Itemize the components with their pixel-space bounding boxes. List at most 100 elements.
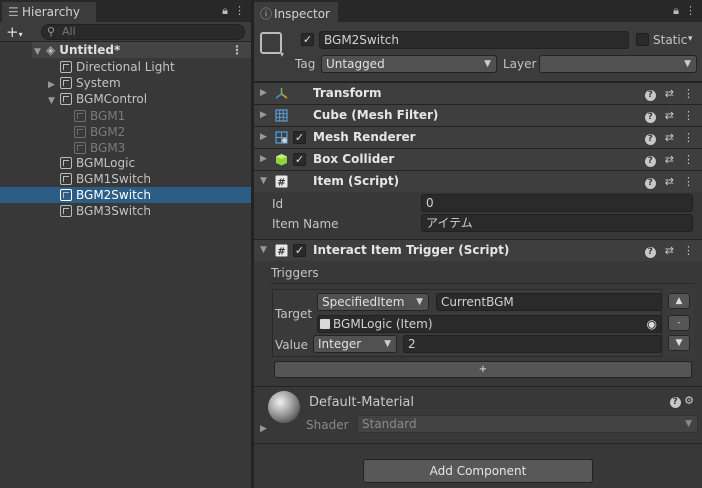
help-icon[interactable]: ? bbox=[644, 247, 656, 258]
target-object-value: BGMLogic (Item) bbox=[333, 317, 433, 331]
static-dropdown-icon[interactable]: ▾ bbox=[688, 34, 693, 44]
object-picker-icon[interactable]: ◉ bbox=[647, 316, 657, 332]
hierarchy-item[interactable]: Directional Light bbox=[32, 59, 251, 75]
component-name: Interact Item Trigger (Script) bbox=[313, 243, 510, 257]
collapse-arrow-icon[interactable]: ▶ bbox=[260, 424, 267, 434]
component-name: Cube (Mesh Filter) bbox=[313, 108, 439, 122]
target-mode-dropdown[interactable]: SpecifiedItem ▼ bbox=[317, 293, 429, 311]
hierarchy-item-label: BGM3 bbox=[90, 141, 126, 155]
collapse-arrow-icon[interactable]: ▶ bbox=[260, 127, 267, 148]
preset-icon[interactable]: ⇄ bbox=[665, 109, 674, 122]
hierarchy-item-label: System bbox=[76, 76, 121, 90]
preset-icon[interactable]: ⇄ bbox=[665, 244, 674, 257]
help-icon[interactable]: ? bbox=[669, 397, 681, 408]
collapse-arrow-icon[interactable]: ▶ bbox=[260, 83, 267, 104]
gear-icon[interactable]: ⚙ bbox=[684, 394, 694, 407]
panel-splitter[interactable] bbox=[251, 0, 254, 488]
move-up-button[interactable]: ▲ bbox=[668, 293, 690, 309]
shader-dropdown[interactable]: Standard ▼ bbox=[357, 415, 698, 433]
hierarchy-item[interactable]: BGMLogic bbox=[32, 155, 251, 171]
help-icon[interactable]: ? bbox=[644, 112, 656, 123]
tag-dropdown[interactable]: Untagged ▼ bbox=[321, 55, 497, 73]
help-icon[interactable]: ? bbox=[644, 156, 656, 167]
expand-arrow-icon[interactable]: ▼ bbox=[48, 93, 60, 109]
preset-icon[interactable]: ⇄ bbox=[665, 153, 674, 166]
tab-hierarchy[interactable]: ☰ Hierarchy bbox=[2, 2, 96, 22]
add-trigger-button[interactable]: + bbox=[274, 361, 692, 378]
item-name-field[interactable]: アイテム bbox=[421, 214, 693, 232]
hierarchy-item[interactable]: BGM2 bbox=[32, 124, 251, 140]
target-name-field[interactable]: CurrentBGM bbox=[436, 293, 662, 311]
active-checkbox[interactable]: ✓ bbox=[301, 33, 314, 46]
value-field[interactable]: 2 bbox=[403, 335, 662, 353]
hierarchy-item[interactable]: BGM3 bbox=[32, 140, 251, 156]
object-name-field[interactable]: BGM2Switch bbox=[319, 31, 629, 49]
search-icon: ⚲ bbox=[47, 25, 56, 38]
component-transform[interactable]: ▶ Transform ? ⇄ ⋮ bbox=[254, 82, 702, 104]
expand-arrow-icon[interactable]: ▼ bbox=[34, 44, 46, 60]
preset-icon[interactable]: ⇄ bbox=[665, 87, 674, 100]
kebab-menu-icon[interactable]: ⋮ bbox=[683, 175, 694, 188]
enabled-checkbox[interactable]: ✓ bbox=[293, 131, 306, 144]
kebab-menu-icon[interactable]: ⋮ bbox=[683, 153, 694, 166]
svg-text:#: # bbox=[277, 247, 285, 258]
value-label: Value bbox=[275, 338, 308, 352]
preset-icon[interactable]: ⇄ bbox=[665, 131, 674, 144]
component-box-collider[interactable]: ▶ ✓ Box Collider ? ⇄ ⋮ bbox=[254, 148, 702, 170]
remove-element-button[interactable]: - bbox=[668, 315, 690, 331]
preset-icon[interactable]: ⇄ bbox=[665, 175, 674, 188]
hierarchy-item-label: BGMLogic bbox=[76, 156, 136, 170]
gameobject-icon bbox=[60, 173, 72, 185]
kebab-menu-icon[interactable]: ⋮ bbox=[683, 87, 694, 100]
help-icon[interactable]: ? bbox=[644, 178, 656, 189]
hierarchy-toolbar: +▾ ⚲ All bbox=[0, 22, 251, 42]
component-mesh-filter[interactable]: ▶ Cube (Mesh Filter) ? ⇄ ⋮ bbox=[254, 104, 702, 126]
hierarchy-item-selected[interactable]: BGM2Switch bbox=[0, 187, 251, 203]
hierarchy-search-input[interactable]: ⚲ All bbox=[41, 24, 245, 40]
kebab-menu-icon[interactable]: ⋮ bbox=[685, 4, 696, 17]
kebab-menu-icon[interactable]: ⋮ bbox=[683, 131, 694, 144]
hierarchy-panel: ☰ Hierarchy 🔒︎ ⋮ +▾ ⚲ All ▼ ◈ Untitled* ⋮ Dir… bbox=[0, 0, 251, 488]
hierarchy-item[interactable]: BGM1Switch bbox=[32, 171, 251, 187]
component-item-script[interactable]: ▼ # Item (Script) ? ⇄ ⋮ bbox=[254, 170, 702, 192]
hierarchy-item[interactable]: BGM1 bbox=[32, 108, 251, 124]
hierarchy-item[interactable]: ▼ BGMControl bbox=[32, 91, 251, 107]
hierarchy-item[interactable]: BGM3Switch bbox=[32, 203, 251, 219]
scene-menu-icon[interactable]: ⋮ bbox=[231, 42, 243, 58]
value-type-dropdown[interactable]: Integer ▼ bbox=[313, 335, 397, 353]
id-field[interactable]: 0 bbox=[421, 194, 693, 212]
tab-inspector[interactable]: ⓘ Inspector bbox=[254, 2, 338, 22]
expand-arrow-icon[interactable]: ▼ bbox=[260, 171, 267, 192]
help-icon[interactable]: ? bbox=[644, 90, 656, 101]
kebab-menu-icon[interactable]: ⋮ bbox=[234, 4, 245, 17]
kebab-menu-icon[interactable]: ⋮ bbox=[683, 244, 694, 257]
add-component-button[interactable]: Add Component bbox=[363, 459, 593, 483]
layer-dropdown[interactable]: ▼ bbox=[539, 55, 697, 73]
icon-dropdown-icon[interactable]: ▾ bbox=[280, 50, 284, 59]
layer-label: Layer bbox=[503, 57, 537, 71]
component-mesh-renderer[interactable]: ▶ ✓ Mesh Renderer ? ⇄ ⋮ bbox=[254, 126, 702, 148]
hierarchy-item-label: BGM2Switch bbox=[76, 188, 151, 202]
lock-icon[interactable]: 🔒︎ bbox=[673, 4, 679, 17]
expand-arrow-icon[interactable]: ▼ bbox=[260, 240, 267, 261]
move-down-button[interactable]: ▼ bbox=[668, 335, 690, 351]
static-checkbox[interactable] bbox=[636, 33, 649, 46]
scene-row[interactable]: ▼ ◈ Untitled* ⋮ bbox=[32, 42, 251, 58]
enabled-checkbox[interactable]: ✓ bbox=[293, 244, 306, 257]
hierarchy-item-label: BGM3Switch bbox=[76, 204, 151, 218]
material-tools: ? ⚙ bbox=[669, 394, 694, 408]
box-collider-icon bbox=[276, 154, 287, 166]
kebab-menu-icon[interactable]: ⋮ bbox=[683, 109, 694, 122]
enabled-checkbox[interactable]: ✓ bbox=[293, 153, 306, 166]
collapse-arrow-icon[interactable]: ▶ bbox=[260, 105, 267, 126]
help-icon[interactable]: ? bbox=[644, 134, 656, 145]
triggers-divider bbox=[270, 283, 694, 284]
create-button[interactable]: +▾ bbox=[6, 23, 23, 41]
hierarchy-item[interactable]: ▶ System bbox=[32, 75, 251, 91]
static-label: Static bbox=[653, 33, 688, 47]
component-interact-item-trigger[interactable]: ▼ # ✓ Interact Item Trigger (Script) ? ⇄ ⋮ bbox=[254, 239, 702, 261]
collapse-arrow-icon[interactable]: ▶ bbox=[260, 149, 267, 170]
lock-icon[interactable]: 🔒︎ bbox=[222, 4, 228, 17]
unity-scene-icon: ◈ bbox=[46, 43, 56, 57]
target-object-field[interactable]: BGMLogic (Item) ◉ bbox=[317, 315, 662, 333]
